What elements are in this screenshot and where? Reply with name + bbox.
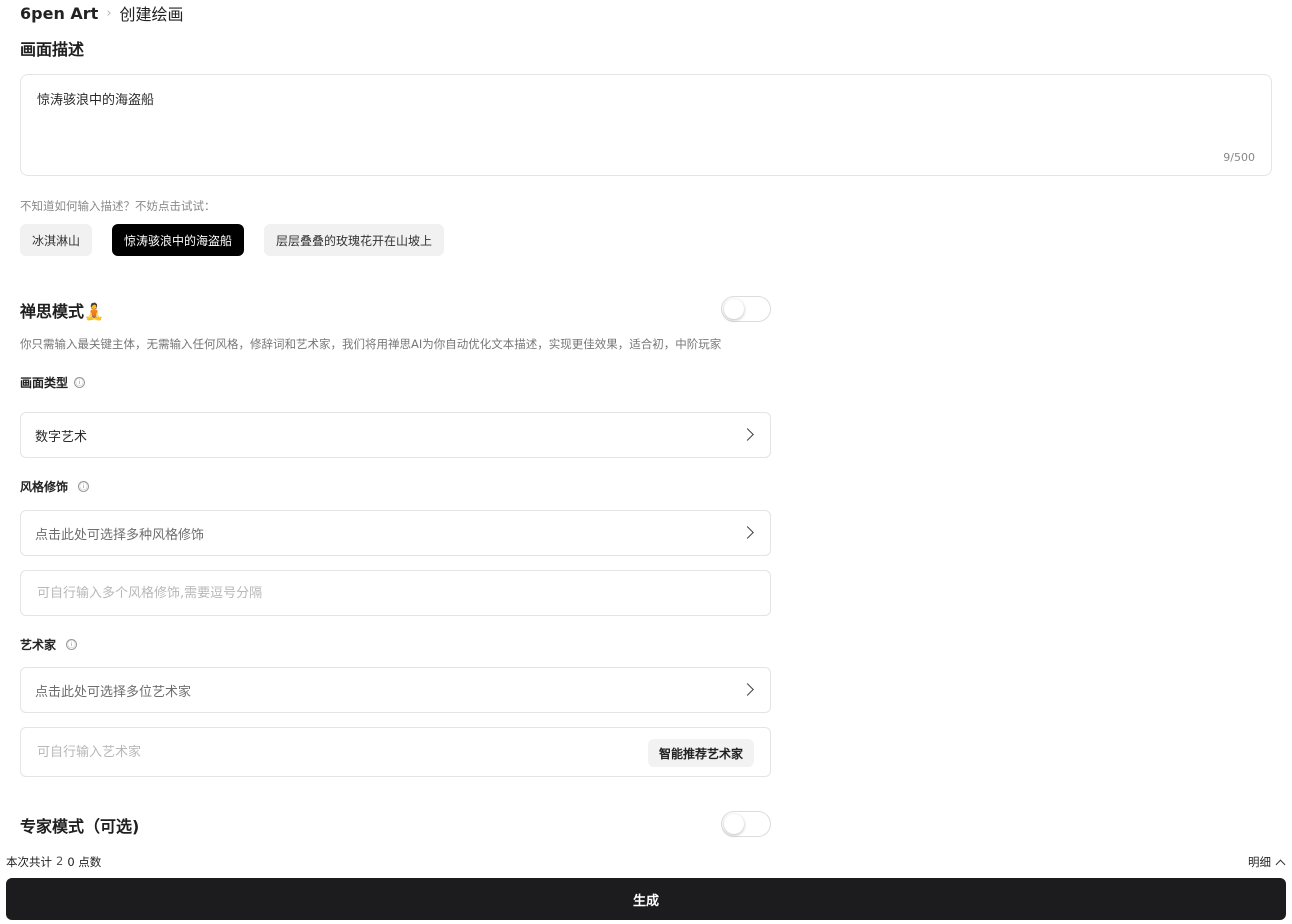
picture-type-label-text: 画面类型 bbox=[20, 376, 69, 390]
expert-mode-title: 专家模式（可选) bbox=[20, 817, 140, 836]
toggle-knob bbox=[724, 814, 744, 834]
artist-label-text: 艺术家 bbox=[20, 638, 57, 652]
artist-label: 艺术家 ⓘ bbox=[20, 636, 78, 653]
style-select-placeholder: 点击此处可选择多种风格修饰 bbox=[35, 527, 205, 543]
description-textarea[interactable]: 惊涛骇浪中的海盗船 9/500 bbox=[20, 74, 1272, 176]
chevron-up-icon bbox=[1275, 859, 1286, 869]
info-icon[interactable]: ⓘ bbox=[78, 481, 90, 492]
breadcrumb-current: 创建绘画 bbox=[119, 5, 184, 24]
style-input[interactable] bbox=[37, 571, 597, 615]
zen-mode-title: 禅思模式🧘 bbox=[20, 302, 104, 321]
artist-select[interactable]: 点击此处可选择多位艺术家 bbox=[20, 667, 771, 713]
description-title: 画面描述 bbox=[20, 40, 85, 59]
example-chip[interactable]: 冰淇淋山 bbox=[20, 224, 93, 256]
zen-mode-description: 你只需输入最关键主体，无需输入任何风格，修辞词和艺术家，我们将用禅思AI为你自动… bbox=[20, 337, 722, 351]
info-icon[interactable]: ⓘ bbox=[74, 377, 86, 388]
zen-mode-toggle[interactable] bbox=[721, 296, 771, 322]
style-label: 风格修饰 ⓘ bbox=[20, 478, 90, 495]
description-text[interactable]: 惊涛骇浪中的海盗船 bbox=[37, 89, 154, 108]
character-count: 9/500 bbox=[1223, 151, 1255, 164]
picture-type-label: 画面类型 ⓘ bbox=[20, 374, 86, 391]
artist-input-field[interactable]: 智能推荐艺术家 bbox=[20, 727, 771, 777]
example-chips: 冰淇淋山 惊涛骇浪中的海盗船 层层叠叠的玫瑰花开在山坡上 bbox=[20, 224, 445, 256]
points-text: 0 点数 bbox=[67, 855, 102, 869]
breadcrumb: 6pen Art › 创建绘画 bbox=[20, 2, 184, 25]
suggest-artist-button[interactable]: 智能推荐艺术家 bbox=[647, 739, 754, 767]
cost-summary: 本次共计 2 0 点数 bbox=[6, 854, 101, 870]
detail-toggle[interactable]: 明细 bbox=[1248, 854, 1286, 870]
toggle-knob bbox=[724, 299, 744, 319]
style-select[interactable]: 点击此处可选择多种风格修饰 bbox=[20, 510, 771, 556]
chevron-right-icon bbox=[741, 683, 754, 696]
artist-input[interactable] bbox=[37, 728, 597, 776]
artist-select-placeholder: 点击此处可选择多位艺术家 bbox=[35, 684, 192, 700]
style-input-field[interactable] bbox=[20, 570, 771, 616]
cost-value: 2 bbox=[56, 854, 64, 868]
expert-mode-toggle[interactable] bbox=[721, 811, 771, 837]
examples-hint: 不知道如何输入描述？不妨点击试试： bbox=[20, 199, 216, 213]
style-label-text: 风格修饰 bbox=[20, 480, 69, 494]
cost-prefix: 本次共计 bbox=[6, 855, 52, 869]
example-chip-active[interactable]: 惊涛骇浪中的海盗船 bbox=[112, 224, 245, 256]
breadcrumb-separator-icon: › bbox=[106, 5, 112, 21]
info-icon[interactable]: ⓘ bbox=[66, 639, 78, 650]
detail-label: 明细 bbox=[1248, 855, 1271, 869]
picture-type-value: 数字艺术 bbox=[35, 429, 88, 445]
picture-type-select[interactable]: 数字艺术 bbox=[20, 412, 771, 458]
breadcrumb-root-link[interactable]: 6pen Art bbox=[20, 4, 98, 23]
generate-button[interactable]: 生成 bbox=[6, 878, 1286, 920]
example-chip[interactable]: 层层叠叠的玫瑰花开在山坡上 bbox=[264, 224, 445, 256]
chevron-right-icon bbox=[741, 428, 754, 441]
chevron-right-icon bbox=[741, 526, 754, 539]
